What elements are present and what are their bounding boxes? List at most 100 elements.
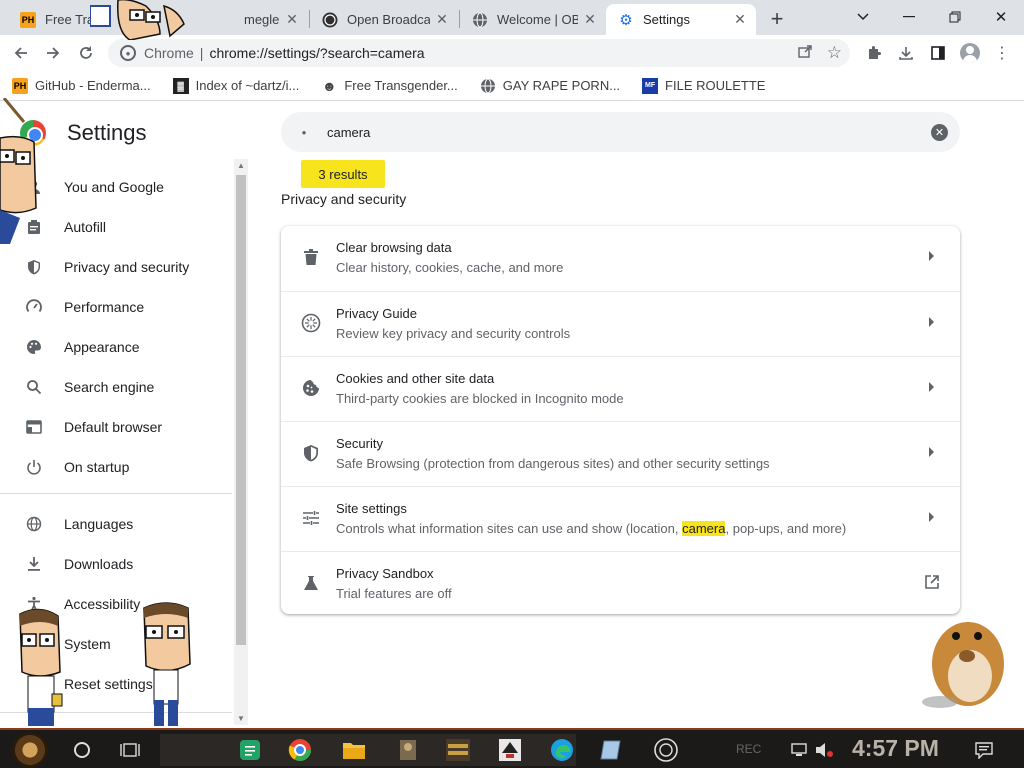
- bookmark-github[interactable]: PH GitHub - Enderma...: [12, 77, 151, 94]
- row-title: Clear browsing data: [336, 240, 452, 255]
- notes-app-icon[interactable]: [598, 736, 626, 764]
- open-external-icon[interactable]: [924, 574, 940, 590]
- warning-app-icon[interactable]: [444, 736, 472, 764]
- row-subtitle: Review key privacy and security controls: [336, 326, 571, 341]
- app-figure-icon[interactable]: [394, 736, 422, 764]
- scroll-up-arrow[interactable]: ▲: [236, 161, 246, 170]
- sidebar-item-label: Search engine: [64, 379, 155, 395]
- row-subtitle: Controls what information sites can use …: [336, 521, 846, 536]
- row-privacy-guide[interactable]: Privacy Guide Review key privacy and sec…: [281, 291, 960, 356]
- download-icon: [24, 554, 44, 574]
- trash-icon: [301, 247, 321, 267]
- new-tab-button[interactable]: +: [764, 6, 790, 32]
- profile-avatar[interactable]: [957, 40, 983, 66]
- omnibox-separator: |: [199, 45, 204, 61]
- obs-taskbar-icon[interactable]: [652, 736, 680, 764]
- downloads-icon[interactable]: [893, 40, 919, 66]
- sidebar-item-privacy[interactable]: Privacy and security: [0, 247, 232, 287]
- close-window-button[interactable]: ✕: [986, 4, 1016, 30]
- bookmark-label: Index of ~dartz/i...: [195, 78, 300, 93]
- cartoon-character-sticker: [19, 608, 63, 726]
- inkscape-icon[interactable]: [496, 736, 524, 764]
- clear-search-button[interactable]: ✕: [931, 124, 948, 141]
- sidebar-item-search-engine[interactable]: Search engine: [0, 367, 232, 407]
- tab-obs[interactable]: Open Broadcas ✕: [310, 4, 458, 35]
- tab-obs-welcome[interactable]: Welcome | OB ✕: [460, 4, 606, 35]
- row-site-settings[interactable]: Site settings Controls what information …: [281, 486, 960, 551]
- browser-toolbar: ● Chrome | chrome://settings/?search=cam…: [0, 35, 1024, 71]
- tab-title: Open Broadcas: [347, 12, 430, 27]
- row-subtitle: Safe Browsing (protection from dangerous…: [336, 456, 770, 471]
- sidebar-item-performance[interactable]: Performance: [0, 287, 232, 327]
- bookmark-file-roulette[interactable]: MF FILE ROULETTE: [642, 77, 766, 94]
- extensions-icon[interactable]: [861, 40, 887, 66]
- sidebar-scrollbar[interactable]: ▲ ▼: [234, 159, 248, 725]
- sheets-icon[interactable]: [236, 736, 264, 764]
- back-button[interactable]: [8, 40, 34, 66]
- chrome-site-icon: ●: [120, 45, 136, 61]
- sidebar-item-label: System: [64, 636, 111, 652]
- sidebar-item-label: Autofill: [64, 219, 107, 235]
- globe-icon: [480, 78, 496, 94]
- row-cookies[interactable]: Cookies and other site data Third-party …: [281, 356, 960, 421]
- tab-settings[interactable]: ⚙ Settings ✕: [606, 4, 756, 35]
- sidebar-item-default-browser[interactable]: Default browser: [0, 407, 232, 447]
- chevron-right-icon: [929, 512, 934, 522]
- shield-icon: [24, 257, 44, 277]
- bookmark-free-transgender[interactable]: ☻ Free Transgender...: [321, 78, 458, 94]
- minimize-button[interactable]: [894, 4, 924, 30]
- cortana-icon[interactable]: [68, 736, 96, 764]
- close-tab-icon[interactable]: ✕: [284, 11, 300, 28]
- row-subtitle: Third-party cookies are blocked in Incog…: [336, 391, 624, 406]
- omnibox-site-label: Chrome: [144, 45, 194, 61]
- start-button[interactable]: [12, 733, 48, 767]
- settings-search-box[interactable]: ● camera ✕: [281, 112, 960, 152]
- row-clear-browsing-data[interactable]: Clear browsing data Clear history, cooki…: [281, 226, 960, 291]
- cartoon-head-sticker: [90, 0, 185, 40]
- file-explorer-icon[interactable]: [340, 736, 368, 764]
- share-icon[interactable]: [797, 43, 813, 63]
- sidebar-item-languages[interactable]: Languages: [0, 504, 232, 544]
- row-subtitle: Clear history, cookies, cache, and more: [336, 260, 564, 275]
- scroll-down-arrow[interactable]: ▼: [236, 714, 246, 723]
- browser-icon: [24, 417, 44, 437]
- omnibox-url[interactable]: chrome://settings/?search=camera: [209, 45, 424, 61]
- chevron-right-icon: [929, 317, 934, 327]
- forward-button[interactable]: [40, 40, 66, 66]
- bookmark-index-of[interactable]: ▓ Index of ~dartz/i...: [172, 77, 300, 94]
- taskbar-clock[interactable]: 4:57 PM: [852, 735, 939, 762]
- cookie-icon: [301, 378, 321, 398]
- restore-button[interactable]: [940, 4, 970, 30]
- bookmark-star-icon[interactable]: ☆: [827, 43, 842, 63]
- tab-search-button[interactable]: [848, 4, 878, 30]
- palette-icon: [24, 337, 44, 357]
- address-bar[interactable]: ● Chrome | chrome://settings/?search=cam…: [108, 39, 850, 67]
- close-tab-icon[interactable]: ✕: [732, 11, 748, 28]
- close-tab-icon[interactable]: ✕: [434, 11, 450, 28]
- volume-muted-icon[interactable]: [810, 736, 838, 764]
- scrollbar-thumb[interactable]: [236, 175, 246, 645]
- sidebar-item-on-startup[interactable]: On startup: [0, 447, 232, 487]
- search-input[interactable]: camera: [327, 125, 370, 140]
- close-tab-icon[interactable]: ✕: [582, 11, 598, 28]
- bookmark-label: FILE ROULETTE: [665, 78, 766, 93]
- sidebar-item-downloads[interactable]: Downloads: [0, 544, 232, 584]
- row-title: Site settings: [336, 501, 407, 516]
- task-view-icon[interactable]: [116, 736, 144, 764]
- tab-title: Settings: [643, 12, 690, 27]
- chrome-taskbar-icon[interactable]: [286, 736, 314, 764]
- row-security[interactable]: Security Safe Browsing (protection from …: [281, 421, 960, 486]
- notification-center-icon[interactable]: [970, 736, 998, 764]
- menu-kebab-icon[interactable]: ⋮: [989, 40, 1015, 66]
- row-title: Privacy Sandbox: [336, 566, 434, 581]
- reload-button[interactable]: [73, 40, 99, 66]
- search-icon: [24, 377, 44, 397]
- side-panel-icon[interactable]: [925, 40, 951, 66]
- sidebar-item-label: On startup: [64, 459, 130, 475]
- edge-icon[interactable]: [548, 736, 576, 764]
- sidebar-item-appearance[interactable]: Appearance: [0, 327, 232, 367]
- sidebar-item-label: Performance: [64, 299, 145, 315]
- row-privacy-sandbox[interactable]: Privacy Sandbox Trial features are off: [281, 551, 960, 614]
- hamster-sticker: [922, 622, 1004, 708]
- bookmark-globe-site[interactable]: GAY RAPE PORN...: [480, 78, 620, 94]
